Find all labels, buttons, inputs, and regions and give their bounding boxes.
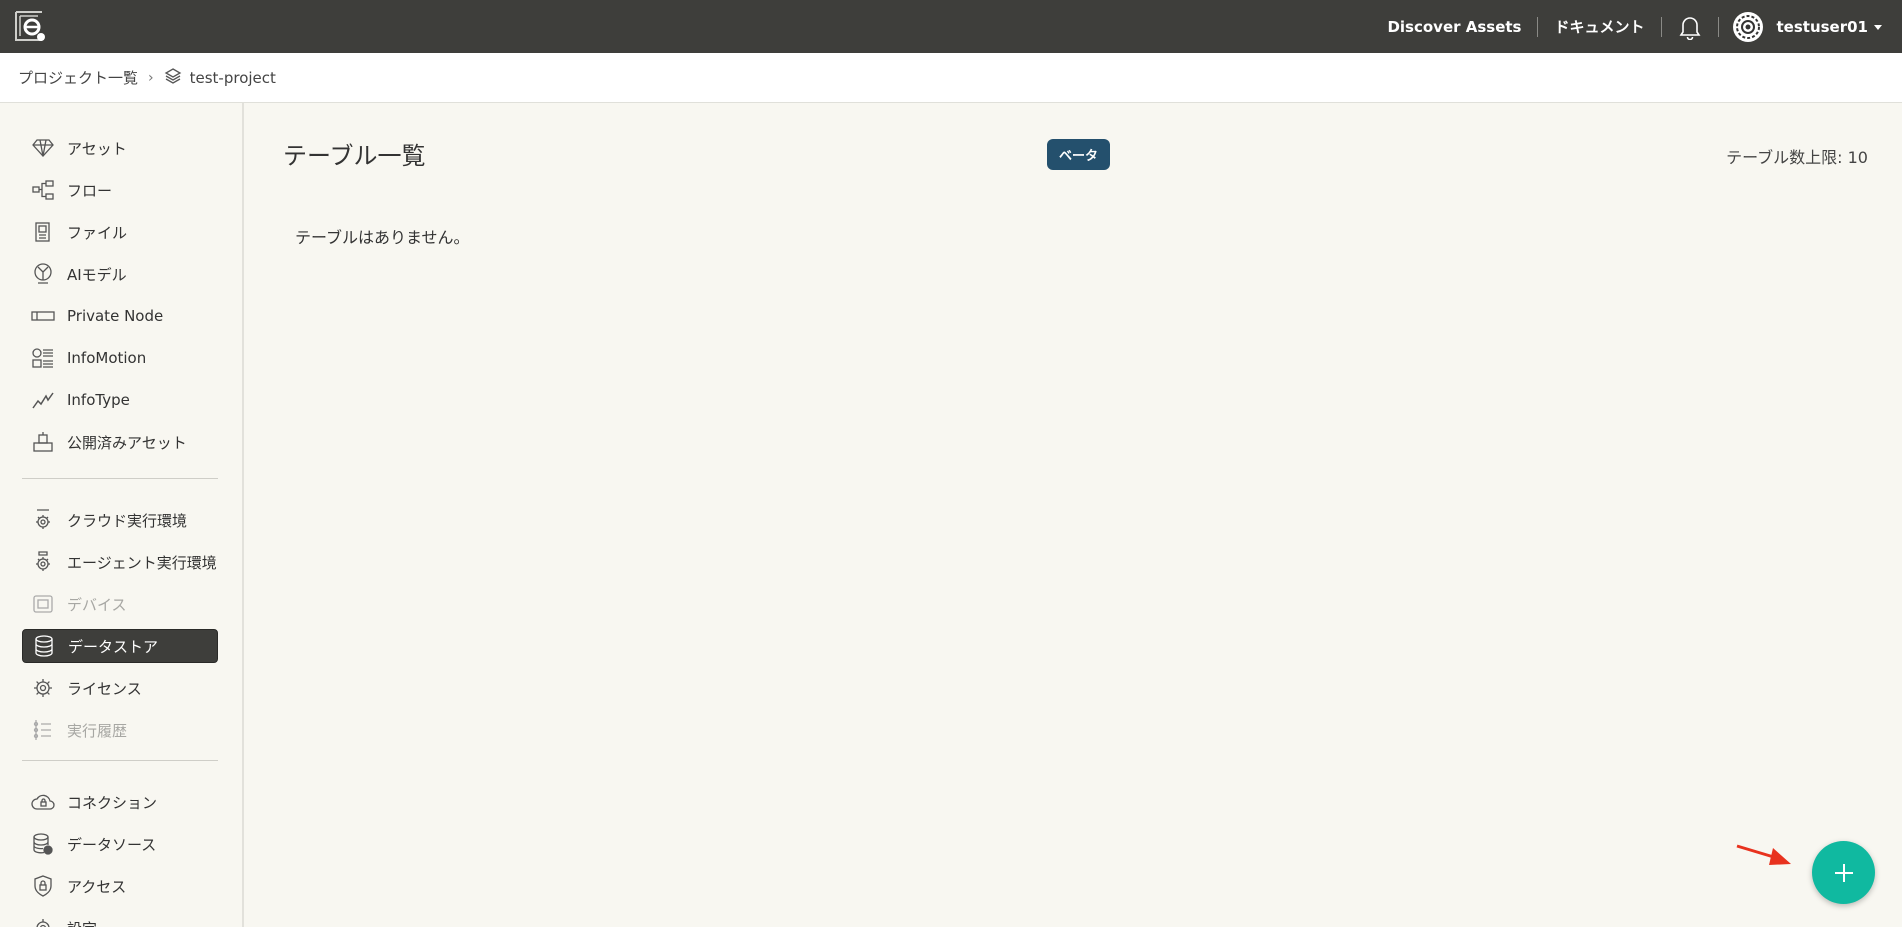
breadcrumb-project-name: test-project xyxy=(189,68,276,87)
device-icon xyxy=(30,593,56,615)
sidebar-item-devices[interactable]: デバイス xyxy=(22,587,218,621)
sidebar-item-assets[interactable]: アセット xyxy=(22,131,218,165)
sidebar-item-settings[interactable]: 設定 xyxy=(22,911,218,927)
sidebar-item-infomotion[interactable]: InfoMotion xyxy=(22,341,218,375)
database-icon xyxy=(31,635,57,657)
sidebar-item-label: 公開済みアセット xyxy=(67,433,187,452)
username[interactable]: testuser01 xyxy=(1776,17,1882,36)
add-table-button[interactable] xyxy=(1812,841,1875,904)
agent-gear-icon xyxy=(30,551,56,573)
sidebar-item-label: ライセンス xyxy=(67,679,142,698)
shield-lock-icon xyxy=(30,875,56,897)
sidebar-item-label: フロー xyxy=(67,181,113,200)
sidebar-divider xyxy=(22,478,218,479)
sidebar-item-label: エージェント実行環境 xyxy=(67,553,217,572)
line-chart-icon xyxy=(30,389,56,411)
publish-icon xyxy=(30,431,56,453)
breadcrumb-separator: › xyxy=(148,69,154,86)
sidebar-item-label: クラウド実行環境 xyxy=(67,511,188,530)
sidebar-item-label: アクセス xyxy=(67,877,127,896)
sidebar-item-label: AIモデル xyxy=(67,265,127,284)
breadcrumb-projects-link[interactable]: プロジェクト一覧 xyxy=(18,67,138,88)
cloud-lock-icon xyxy=(30,791,56,813)
beta-badge: ベータ xyxy=(1047,139,1110,170)
sidebar-item-label: 実行履歴 xyxy=(67,721,128,740)
documents-link[interactable]: ドキュメント xyxy=(1538,16,1660,37)
sidebar-divider xyxy=(22,760,218,761)
sidebar-item-label: コネクション xyxy=(67,793,158,812)
main-content: テーブル一覧 ベータ テーブル数上限: 10 テーブルはありません。 xyxy=(244,103,1902,927)
sidebar-item-execution-history[interactable]: 実行履歴 xyxy=(22,713,218,747)
sidebar-item-ai-models[interactable]: AIモデル xyxy=(22,257,218,291)
node-icon xyxy=(30,305,56,327)
sidebar-item-infotype[interactable]: InfoType xyxy=(22,383,218,417)
page-title: テーブル一覧 xyxy=(283,142,426,170)
sidebar-item-label: アセット xyxy=(67,139,127,158)
sidebar-item-label: InfoType xyxy=(67,391,130,409)
sidebar-item-label: InfoMotion xyxy=(67,349,147,367)
empty-state-text: テーブルはありません。 xyxy=(295,228,470,247)
discover-assets-link[interactable]: Discover Assets xyxy=(1371,18,1537,36)
plus-icon xyxy=(1834,863,1853,882)
cloud-gear-icon xyxy=(30,509,56,531)
sidebar-item-label: データソース xyxy=(67,835,157,854)
chevron-down-icon xyxy=(1874,24,1882,30)
sidebar-item-connection[interactable]: コネクション xyxy=(22,785,218,819)
database-info-icon xyxy=(30,833,56,855)
sidebar-item-flow[interactable]: フロー xyxy=(22,173,218,207)
sidebar-item-cloud-runtime[interactable]: クラウド実行環境 xyxy=(22,503,218,537)
sidebar-group-settings: コネクション データソース アクセス 設定 xyxy=(22,785,218,927)
sidebar-item-access[interactable]: アクセス xyxy=(22,869,218,903)
license-gear-icon xyxy=(30,677,56,699)
annotation-arrow-icon xyxy=(1736,844,1791,865)
sidebar-item-files[interactable]: ファイル xyxy=(22,215,218,249)
sidebar-item-label: 設定 xyxy=(67,918,97,927)
sidebar-item-label: デバイス xyxy=(67,595,127,614)
history-list-icon xyxy=(30,719,56,741)
top-bar: Discover Assets ドキュメント testuser01 xyxy=(0,0,1902,53)
app-logo-icon[interactable] xyxy=(12,9,48,43)
layers-icon xyxy=(164,67,182,89)
gear-icon xyxy=(30,917,56,927)
sidebar-group-runtime: クラウド実行環境 エージェント実行環境 デバイス データストア ライセンス 実行… xyxy=(22,503,218,755)
sidebar-item-private-node[interactable]: Private Node xyxy=(22,299,218,333)
avatar xyxy=(1732,11,1763,42)
sidebar: アセット フロー ファイル AIモデル Private Node InfoMot… xyxy=(0,103,244,927)
sidebar-item-label: Private Node xyxy=(67,307,164,325)
file-icon xyxy=(30,221,56,243)
dashboard-icon xyxy=(30,347,56,369)
username-label: testuser01 xyxy=(1776,17,1869,36)
sidebar-group-assets: アセット フロー ファイル AIモデル Private Node InfoMot… xyxy=(22,131,218,467)
sidebar-item-license[interactable]: ライセンス xyxy=(22,671,218,705)
sidebar-item-published-assets[interactable]: 公開済みアセット xyxy=(22,425,218,459)
sidebar-item-label: ファイル xyxy=(67,223,128,242)
sidebar-item-agent-runtime[interactable]: エージェント実行環境 xyxy=(22,545,218,579)
breadcrumb-current: test-project xyxy=(164,67,276,89)
user-menu[interactable]: testuser01 xyxy=(1719,11,1882,42)
ai-model-icon xyxy=(30,263,56,285)
table-limit-text: テーブル数上限: 10 xyxy=(1726,148,1868,167)
bell-icon[interactable] xyxy=(1662,14,1718,40)
sidebar-item-datasource[interactable]: データソース xyxy=(22,827,218,861)
sidebar-item-label: データストア xyxy=(68,637,159,656)
top-right-menu: Discover Assets ドキュメント testuser01 xyxy=(1371,0,1882,53)
diamond-icon xyxy=(30,137,56,159)
flow-icon xyxy=(30,179,56,201)
sidebar-item-datastore[interactable]: データストア xyxy=(22,629,218,663)
breadcrumb: プロジェクト一覧 › test-project xyxy=(0,53,1902,103)
